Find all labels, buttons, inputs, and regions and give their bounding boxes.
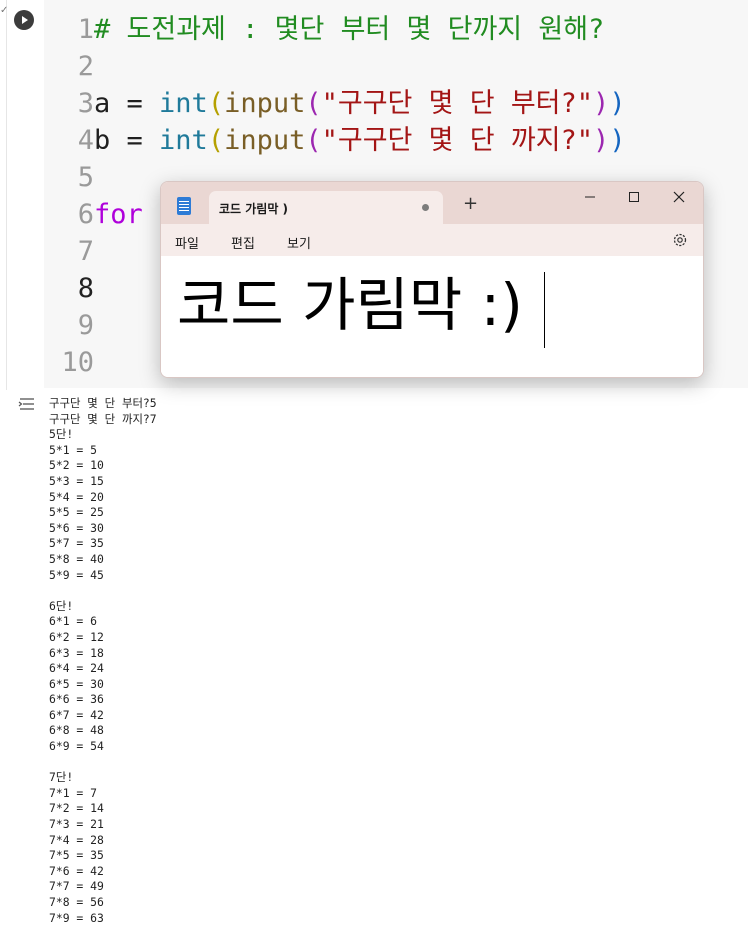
play-icon: [22, 16, 28, 24]
line-number: 10: [61, 347, 94, 378]
output-line: 5단!: [49, 427, 74, 442]
code-token: (: [305, 125, 322, 156]
output-line: 구구단 몇 단 까지?7: [49, 411, 157, 426]
code-line[interactable]: 4b = int(input("구구단 몇 단 까지?")): [44, 122, 626, 159]
output-line: 7*9 = 63: [49, 910, 104, 925]
code-line[interactable]: 5: [44, 159, 94, 196]
output-line: 6*1 = 6: [49, 614, 98, 629]
output-line: 5*1 = 5: [49, 442, 98, 457]
code-token: b =: [94, 125, 160, 156]
code-token: int: [159, 88, 208, 119]
output-line: 7*5 = 35: [49, 848, 104, 863]
code-line[interactable]: 1# 도전과제 : 몇단 부터 몇 단까지 원해?: [44, 11, 605, 48]
notepad-tab-title: 코드 가림막 ): [219, 202, 289, 216]
code-token: ): [593, 88, 610, 119]
notepad-titlebar[interactable]: 코드 가림막 ) +: [161, 182, 703, 224]
code-token: (: [305, 88, 322, 119]
notepad-window[interactable]: 코드 가림막 ) + 파일 편집 보기 코드 가림막:): [160, 181, 704, 378]
minimize-button[interactable]: [567, 182, 613, 212]
code-token: input: [224, 88, 306, 119]
output-line: 5*4 = 20: [49, 489, 104, 504]
line-number: 8: [77, 273, 94, 304]
output-line: 5*6 = 30: [49, 520, 104, 535]
code-token: "구구단 몇 단 부터?": [321, 88, 594, 119]
code-line[interactable]: 7: [44, 233, 94, 270]
output-line: 7*4 = 28: [49, 832, 104, 847]
notepad-menubar: 파일 편집 보기: [161, 224, 703, 257]
code-token: ): [609, 88, 626, 119]
menu-edit[interactable]: 편집: [231, 233, 255, 252]
code-token: int: [159, 125, 208, 156]
cell-output: 구구단 몇 단 부터?5 구구단 몇 단 까지?7 5단! 5*1 = 5 5*2 = …: [49, 396, 739, 926]
edit-mark: ✓: [0, 5, 9, 16]
text-caret: [544, 272, 545, 348]
output-line: 7단!: [49, 770, 74, 785]
unsaved-dot-icon[interactable]: [422, 204, 429, 211]
code-token: input: [224, 125, 306, 156]
menu-view[interactable]: 보기: [287, 233, 311, 252]
output-line: 6단!: [49, 598, 74, 613]
code-line[interactable]: 10: [44, 344, 94, 381]
output-menu-icon[interactable]: [18, 396, 36, 412]
code-token: ): [593, 125, 610, 156]
line-number: 5: [77, 162, 94, 193]
line-number: 1: [77, 14, 94, 45]
line-number: 4: [77, 125, 94, 156]
notepad-text: 코드 가림막 :): [177, 271, 523, 339]
notepad-editor[interactable]: 코드 가림막 :): [161, 256, 703, 377]
new-tab-button[interactable]: +: [463, 195, 478, 213]
output-line: 5*3 = 15: [49, 473, 104, 488]
notepad-tab[interactable]: 코드 가림막 ): [209, 191, 443, 224]
output-line: 7*1 = 7: [49, 785, 98, 800]
output-line: 6*5 = 30: [49, 676, 104, 691]
code-line[interactable]: 8: [44, 270, 94, 307]
line-number: 9: [77, 310, 94, 341]
code-token: a =: [94, 88, 160, 119]
output-line: 5*7 = 35: [49, 536, 104, 551]
code-line[interactable]: 9: [44, 307, 94, 344]
output-line: 6*6 = 36: [49, 692, 104, 707]
output-line: 6*8 = 48: [49, 723, 104, 738]
run-cell-button[interactable]: [14, 10, 34, 30]
maximize-icon: [629, 192, 639, 202]
line-number: 3: [77, 88, 94, 119]
output-line: 7*2 = 14: [49, 801, 104, 816]
minimize-icon: [585, 196, 595, 198]
line-number: 7: [77, 236, 94, 267]
menu-file[interactable]: 파일: [175, 233, 199, 252]
code-line[interactable]: 6for: [44, 196, 143, 233]
output-line: 6*7 = 42: [49, 707, 104, 722]
output-line: 5*8 = 40: [49, 551, 104, 566]
code-line[interactable]: 2: [44, 48, 94, 85]
output-line: 5*9 = 45: [49, 567, 104, 582]
output-line: 6*4 = 24: [49, 661, 104, 676]
cell-left-gutter: [0, 0, 7, 390]
line-number: 2: [77, 51, 94, 82]
output-line: 7*6 = 42: [49, 863, 104, 878]
code-token: ): [609, 125, 626, 156]
output-line: 구구단 몇 단 부터?5: [49, 396, 157, 410]
notepad-icon: [177, 197, 191, 215]
line-number: 6: [77, 199, 94, 230]
close-icon: [673, 191, 685, 203]
code-line[interactable]: 3a = int(input("구구단 몇 단 부터?")): [44, 85, 626, 122]
output-line: 7*7 = 49: [49, 879, 104, 894]
code-token: (: [207, 125, 225, 156]
close-button[interactable]: [656, 182, 702, 212]
output-line: 6*9 = 54: [49, 739, 104, 754]
output-line: 6*3 = 18: [49, 645, 104, 660]
code-token: "구구단 몇 단 까지?": [321, 125, 594, 156]
gear-icon[interactable]: [671, 231, 689, 249]
output-line: 7*3 = 21: [49, 817, 104, 832]
output-line: 6*2 = 12: [49, 629, 104, 644]
code-token: # 도전과제 : 몇단 부터 몇 단까지 원해?: [94, 14, 605, 45]
maximize-button[interactable]: [611, 182, 657, 212]
output-line: 5*2 = 10: [49, 458, 104, 473]
code-token: (: [207, 88, 225, 119]
output-line: 5*5 = 25: [49, 505, 104, 520]
output-line: 7*8 = 56: [49, 895, 104, 909]
code-token: for: [94, 199, 143, 230]
